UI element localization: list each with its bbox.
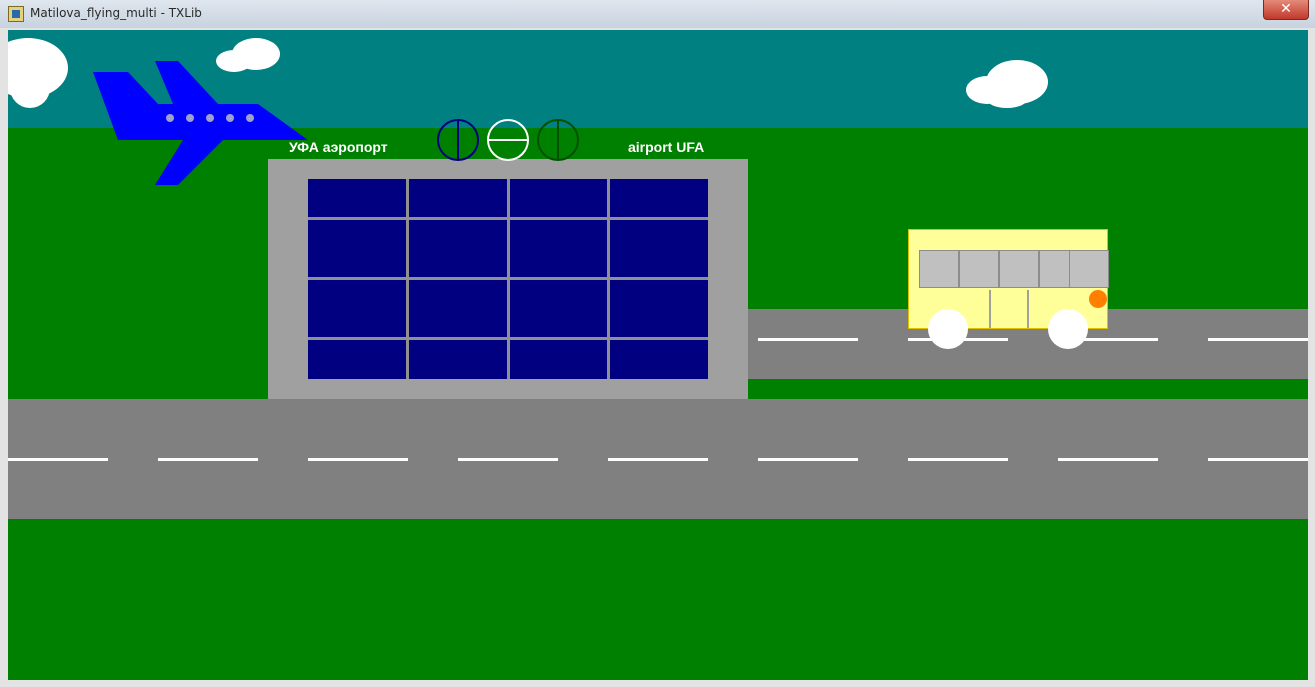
app-icon [8,6,24,22]
bus-door [989,290,1029,328]
circle-vertical-line-green-icon [537,119,579,161]
airplane-top-wing [155,61,218,104]
airplane-bottom-wing [155,140,223,185]
terminal-glass-facade [308,179,708,379]
bus-wheel-front [1048,309,1088,349]
terminal-sign-english: airport UFA [628,139,705,155]
airport-scene-canvas: УФА аэропорт airport UFA [8,30,1308,680]
airport-terminal [268,159,748,399]
bus-wheel-rear [928,309,968,349]
window-title: Matilova_flying_multi - TXLib [30,6,202,20]
emblem-circles [437,119,579,161]
airplane [93,61,308,185]
circle-vertical-line-blue-icon [437,119,479,161]
bus-headlight [1089,290,1107,308]
airplane-body [93,72,308,140]
window-title-bar[interactable]: Matilova_flying_multi - TXLib ✕ [0,0,1315,28]
circle-horizontal-line-white-icon [487,119,529,161]
close-button[interactable]: ✕ [1263,0,1309,20]
